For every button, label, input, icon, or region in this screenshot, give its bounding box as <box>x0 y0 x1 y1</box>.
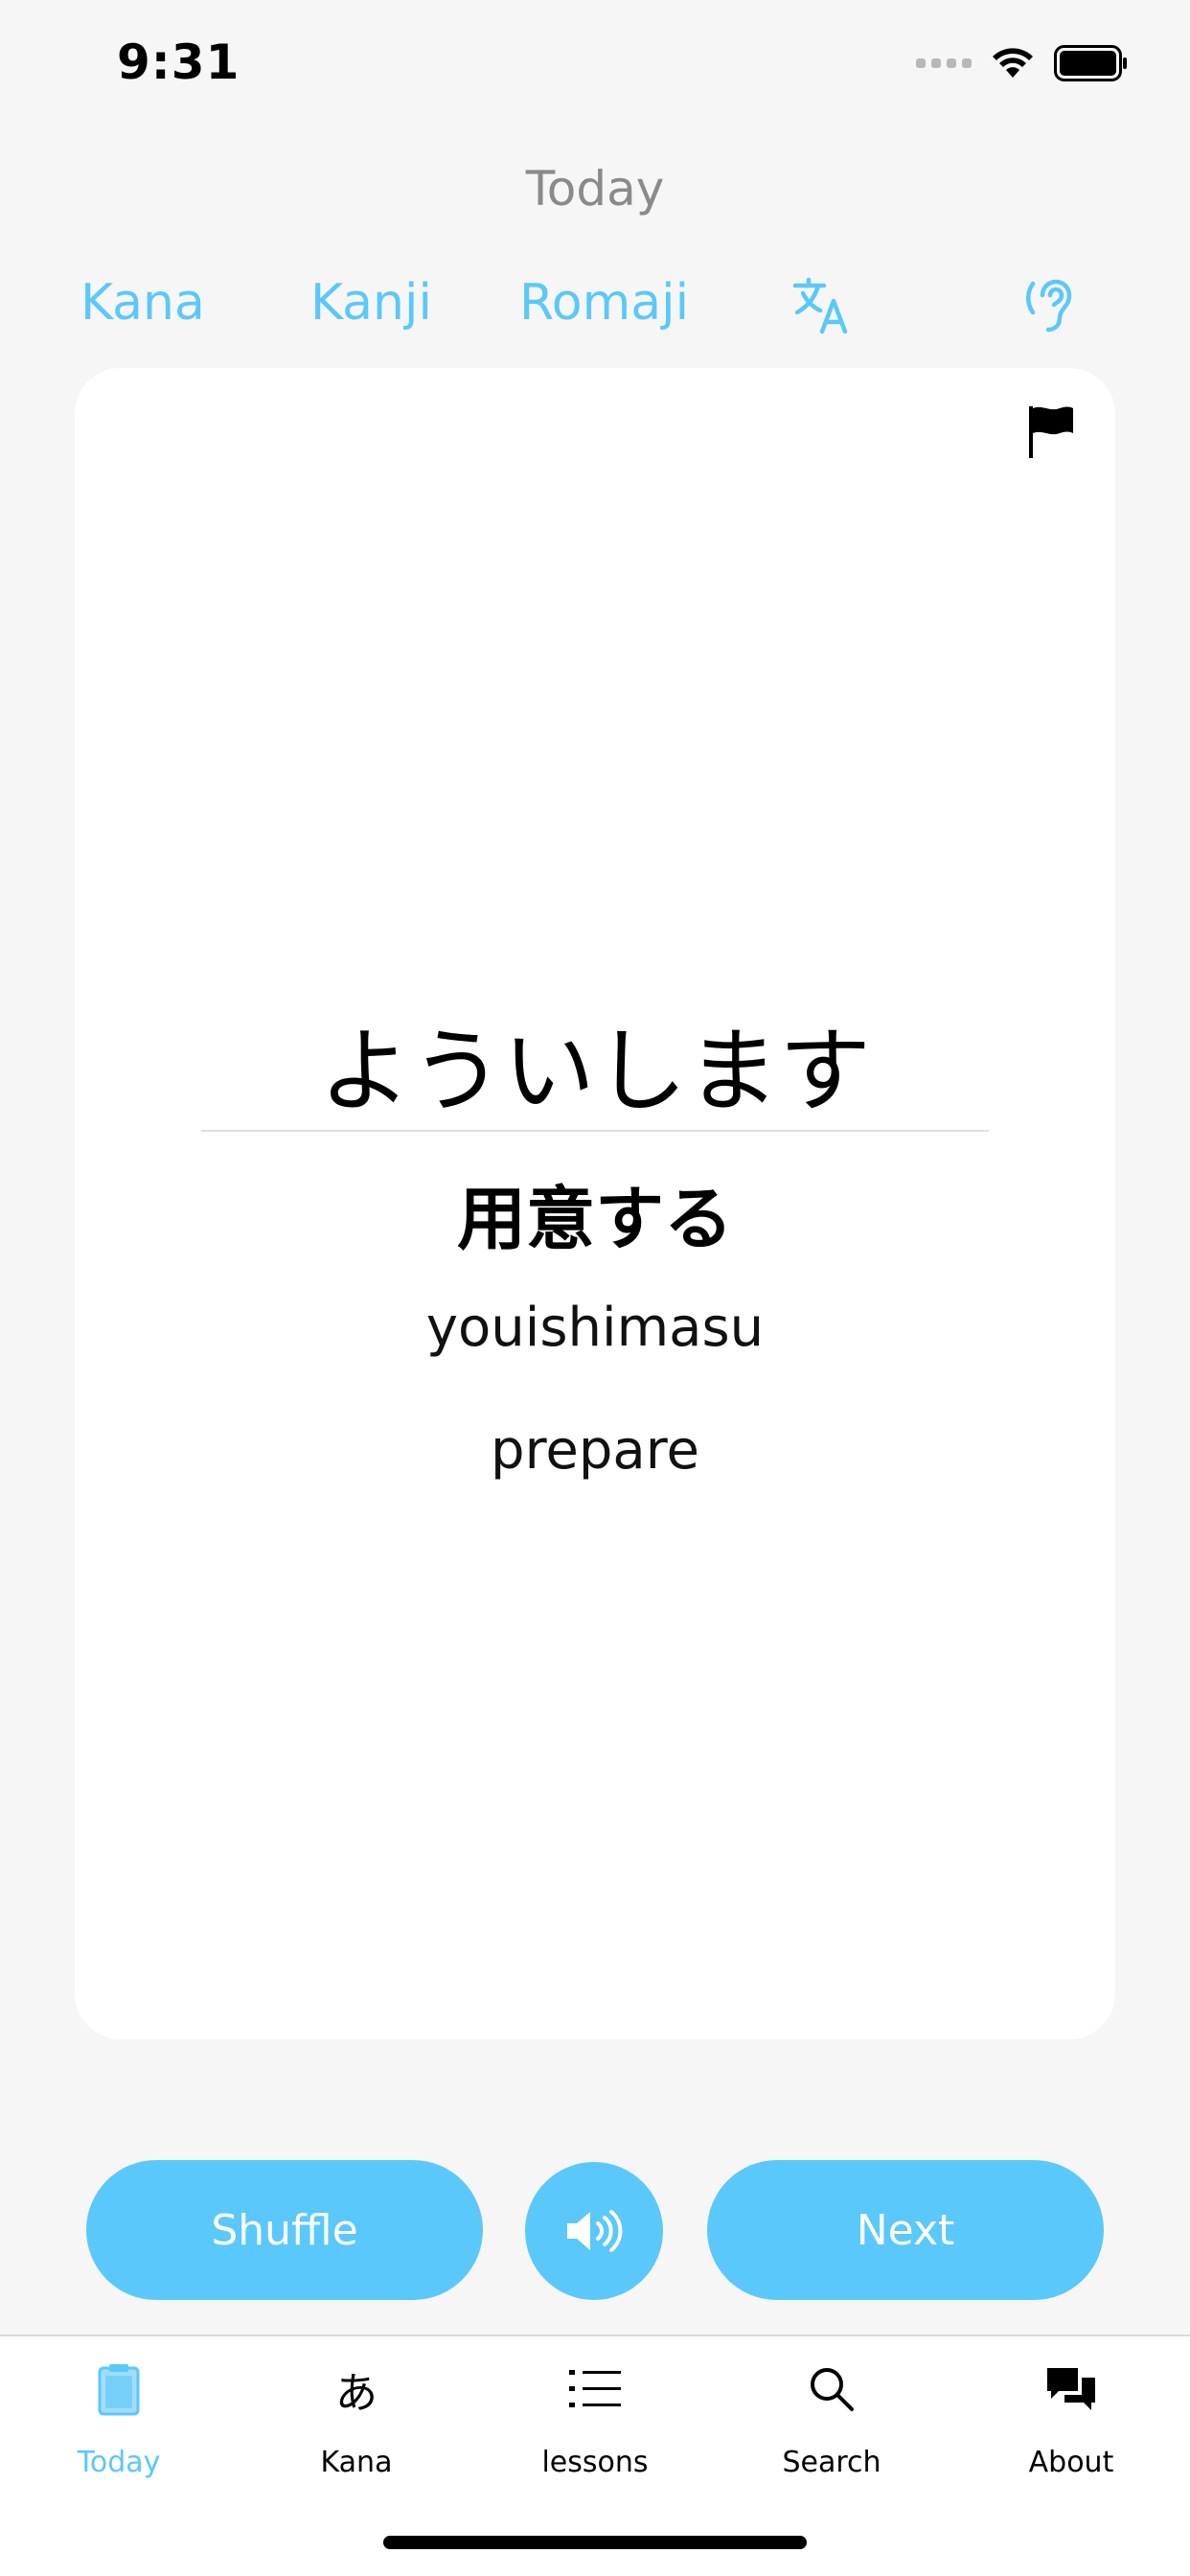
flag-button[interactable] <box>1027 404 1075 464</box>
list-icon <box>569 2370 621 2407</box>
romaji-mode-button[interactable]: Romaji <box>519 278 689 328</box>
card-kanji: 用意する <box>456 1179 733 1259</box>
listen-mode-button[interactable] <box>1023 274 1081 339</box>
tab-today-label: Today <box>77 2446 161 2479</box>
card-kana: ようい​します <box>319 1018 871 1125</box>
speaker-icon <box>567 2210 623 2252</box>
cellular-signal-icon <box>916 58 972 68</box>
hiragana-a-icon: あ <box>335 2369 378 2418</box>
flag-icon <box>1029 406 1073 458</box>
kana-mode-button[interactable]: Kana <box>80 278 205 328</box>
tab-about[interactable]: About <box>975 2356 1167 2479</box>
battery-icon <box>1054 45 1127 81</box>
ear-icon <box>1025 279 1072 333</box>
wifi-icon <box>993 48 1033 78</box>
chat-bubbles-icon <box>1047 2368 1095 2410</box>
tab-lessons[interactable]: lessons <box>499 2356 691 2479</box>
home-indicator[interactable] <box>383 2536 807 2549</box>
clipboard-icon <box>98 2364 140 2416</box>
app-screen: 9:31 Today Kana Kanji Romaji <box>0 0 1190 2576</box>
page-title: Today <box>525 161 665 217</box>
card-divider <box>201 1130 989 1132</box>
tab-about-label: About <box>1028 2446 1114 2479</box>
tab-search[interactable]: Search <box>736 2356 927 2479</box>
tab-kana-label: Kana <box>320 2446 393 2479</box>
tab-today[interactable]: Today <box>23 2356 215 2479</box>
tab-kana[interactable]: あ Kana <box>261 2356 452 2479</box>
translate-button[interactable] <box>791 274 853 339</box>
flashcard[interactable]: ようい​します 用意する youishimasu prepare <box>75 368 1115 2039</box>
kanji-mode-button[interactable]: Kanji <box>310 278 432 328</box>
translate-icon <box>792 277 848 334</box>
next-button[interactable]: Next <box>707 2160 1104 2300</box>
tab-lessons-label: lessons <box>541 2446 649 2479</box>
status-time: 9:31 <box>117 34 240 90</box>
card-meaning: prepare <box>491 1419 699 1482</box>
search-icon <box>811 2368 854 2411</box>
tab-search-label: Search <box>782 2446 881 2479</box>
card-romaji: youishimasu <box>425 1297 765 1359</box>
shuffle-button[interactable]: Shuffle <box>86 2160 483 2300</box>
status-icons <box>916 44 1129 82</box>
play-sound-button[interactable] <box>525 2162 663 2300</box>
